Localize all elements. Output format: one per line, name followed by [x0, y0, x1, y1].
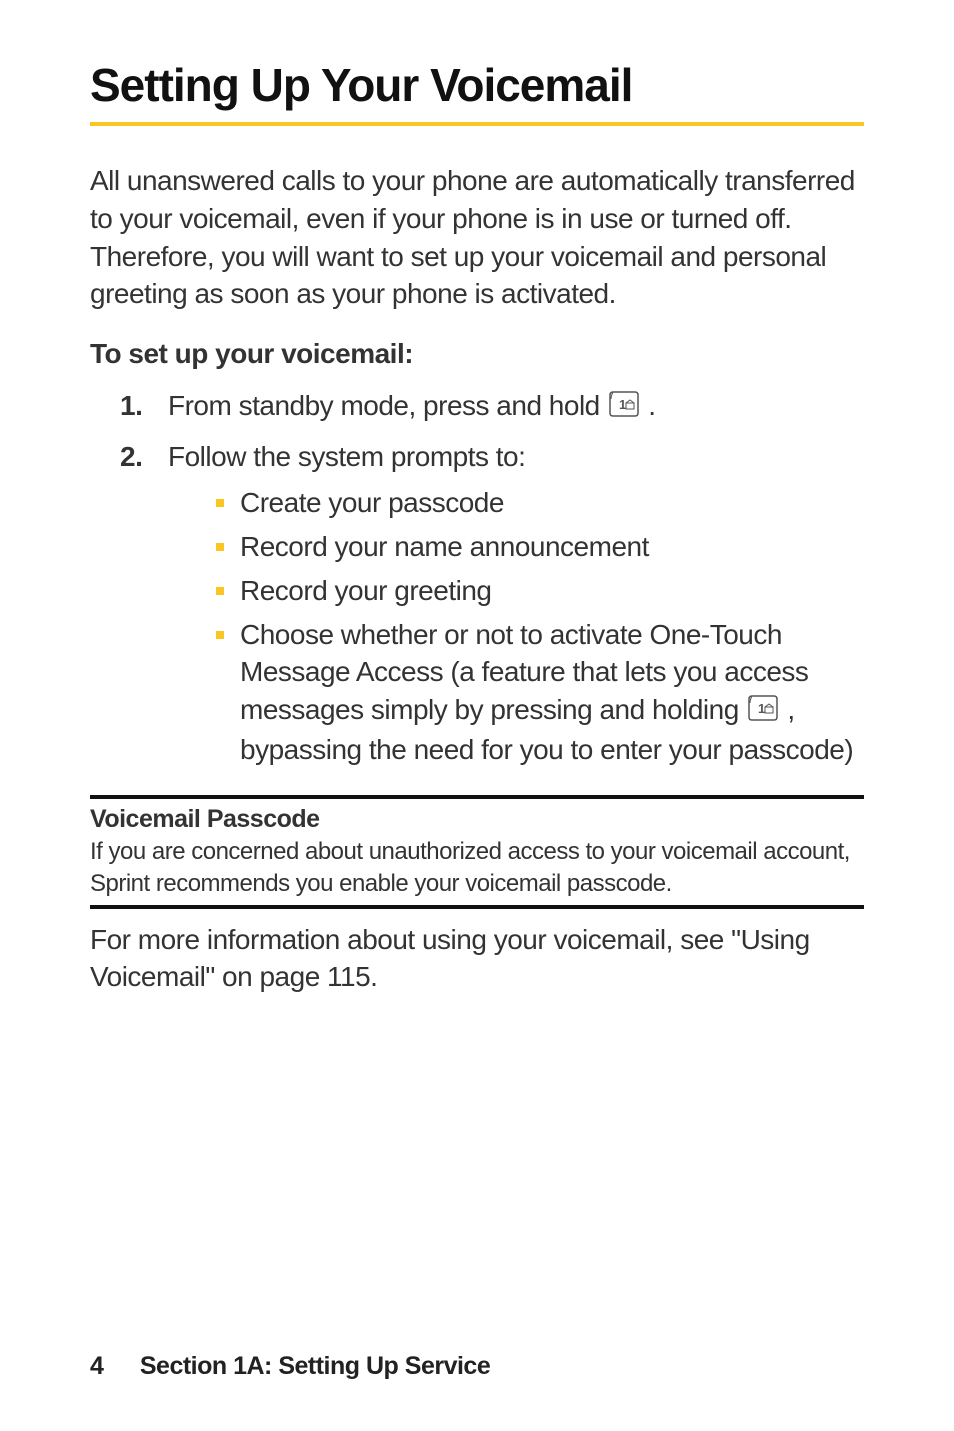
- step-1: 1. From standby mode, press and hold 1 .: [120, 387, 864, 427]
- setup-subhead: To set up your voicemail:: [90, 335, 864, 373]
- section-label: Section 1A: Setting Up Service: [140, 1352, 490, 1380]
- bullet-create-passcode: Create your passcode: [216, 484, 864, 522]
- step-1-number: 1.: [120, 387, 168, 427]
- outro-paragraph: For more information about using your vo…: [90, 921, 864, 997]
- box-body: If you are concerned about unauthorized …: [90, 836, 864, 898]
- voicemail-passcode-box: Voicemail Passcode If you are concerned …: [90, 795, 864, 909]
- step-2: 2. Follow the system prompts to: Create …: [120, 438, 864, 774]
- box-title: Voicemail Passcode: [90, 803, 864, 837]
- key-1-icon: 1: [609, 389, 639, 427]
- bullet-one-touch: Choose whether or not to activate One-To…: [216, 616, 864, 769]
- page-title: Setting Up Your Voicemail: [90, 58, 864, 112]
- page-number: 4: [90, 1352, 103, 1380]
- key-1-icon: 1: [748, 693, 778, 731]
- step-2-number: 2.: [120, 438, 168, 774]
- intro-paragraph: All unanswered calls to your phone are a…: [90, 162, 864, 313]
- svg-text:1: 1: [619, 397, 626, 412]
- bullet-record-greeting: Record your greeting: [216, 572, 864, 610]
- page-footer: 4 Section 1A: Setting Up Service: [90, 1352, 864, 1381]
- bullet-record-name: Record your name announcement: [216, 528, 864, 566]
- step-1-text: From standby mode, press and hold 1 .: [168, 387, 864, 427]
- svg-text:1: 1: [758, 701, 765, 716]
- title-underline: [90, 122, 864, 126]
- step-2-text: Follow the system prompts to:: [168, 441, 525, 472]
- step-1-pre: From standby mode, press and hold: [168, 390, 607, 421]
- step-1-post: .: [648, 390, 655, 421]
- bullet-one-touch-pre: Choose whether or not to activate One-To…: [240, 619, 808, 726]
